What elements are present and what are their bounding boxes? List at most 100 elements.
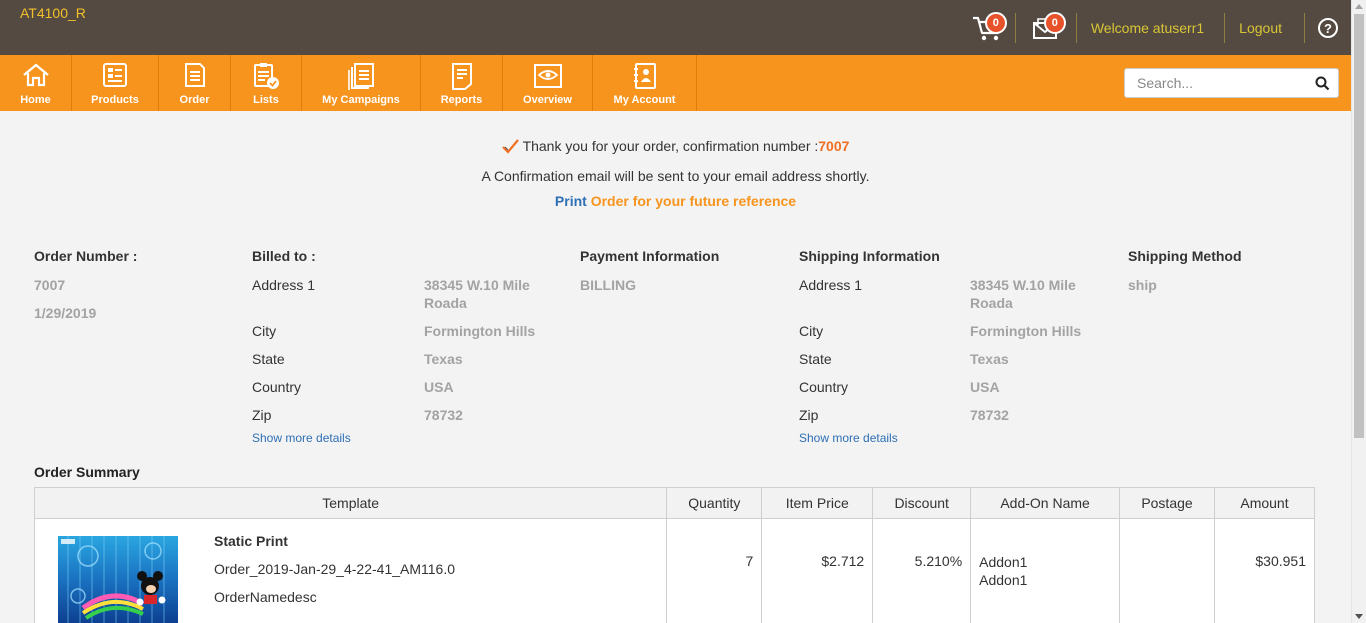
postage-cell <box>1119 518 1215 623</box>
help-button[interactable]: ? <box>1305 0 1351 55</box>
billing-city-value: Formington Hills <box>424 323 536 339</box>
brand-name: AT4100_R <box>20 5 86 21</box>
top-bar: AT4100_R 0 0 Welcome atuserr1 Logout ? <box>0 0 1351 55</box>
column-header: Add-On Name <box>970 487 1121 519</box>
template-thumbnail-art <box>61 536 166 623</box>
reports-icon <box>451 63 472 90</box>
billing-zip-value: 78732 <box>424 407 463 423</box>
addon-name: Addon1 <box>979 554 1028 570</box>
nav-overview[interactable]: Overview <box>503 55 593 111</box>
print-reference-text: Order for your future reference <box>590 193 797 209</box>
shipping-show-more-link[interactable]: Show more details <box>799 431 898 445</box>
search-input[interactable] <box>1125 69 1305 97</box>
messages-button[interactable]: 0 <box>1016 0 1076 55</box>
cart-button[interactable]: 0 <box>961 0 1015 55</box>
nav-label: My Campaigns <box>322 94 400 106</box>
table-header-row: Template Quantity Item Price Discount Ad… <box>33 487 1316 519</box>
shipping-zip-value: 78732 <box>970 407 1009 423</box>
welcome-text[interactable]: Welcome atuserr1 <box>1077 20 1224 36</box>
nav-label: Home <box>20 94 51 106</box>
billing-address-line1: 38345 W.10 Mile <box>424 277 530 293</box>
billing-address-label: Address 1 <box>252 277 316 293</box>
column-header: Postage <box>1119 487 1215 519</box>
column-header: Template <box>33 487 668 519</box>
order-icon <box>184 63 205 87</box>
help-icon: ? <box>1318 17 1338 38</box>
nav-label: Order <box>179 94 210 106</box>
products-icon <box>103 63 127 87</box>
template-description: OrderNamedesc <box>214 589 317 605</box>
order-date-value: 1/29/2019 <box>34 305 97 321</box>
discount-cell: 5.210% <box>872 518 972 623</box>
billing-city-label: City <box>252 323 277 339</box>
logout-link[interactable]: Logout <box>1225 20 1304 36</box>
order-summary-title: Order Summary <box>34 464 140 480</box>
billing-state-label: State <box>252 351 285 367</box>
page-scrollbar[interactable] <box>1351 0 1366 623</box>
template-thumbnail[interactable] <box>58 536 178 623</box>
shipping-zip-label: Zip <box>799 407 819 423</box>
scroll-down-arrow-icon[interactable] <box>1355 614 1363 619</box>
shipping-address-line1: 38345 W.10 Mile <box>970 277 1076 293</box>
nav-label: My Account <box>613 94 676 106</box>
nav-label: Reports <box>440 94 483 106</box>
shipping-heading: Shipping Information <box>799 248 940 264</box>
confirmation-message: Thank you for your order, confirmation n… <box>0 138 1351 154</box>
scroll-up-arrow-icon[interactable] <box>1355 4 1363 9</box>
shipping-state-label: State <box>799 351 832 367</box>
shipping-state-value: Texas <box>970 351 1009 367</box>
billing-address-line2: Roada <box>424 295 467 311</box>
nav-label: Lists <box>253 94 279 106</box>
nav-lists[interactable]: Lists <box>231 55 302 111</box>
addon-name: Addon1 <box>979 572 1028 588</box>
addon-cell: Addon1 Addon1 <box>970 518 1121 623</box>
shipping-city-value: Formington Hills <box>970 323 1082 339</box>
order-summary-table: Template Quantity Item Price Discount Ad… <box>33 487 1316 623</box>
shipping-method-heading: Shipping Method <box>1128 248 1242 264</box>
checkmark-icon <box>501 139 519 154</box>
account-icon <box>633 63 656 89</box>
email-note: A Confirmation email will be sent to you… <box>481 168 870 184</box>
billing-country-value: USA <box>424 379 454 395</box>
shipping-address-label: Address 1 <box>799 277 863 293</box>
overview-icon <box>533 64 562 88</box>
nav-my-account[interactable]: My Account <box>593 55 697 111</box>
nav-label: Overview <box>523 94 572 106</box>
shipping-city-label: City <box>799 323 824 339</box>
nav-reports[interactable]: Reports <box>421 55 503 111</box>
shipping-address-line2: Roada <box>970 295 1013 311</box>
order-number-value: 7007 <box>34 277 66 293</box>
shipping-method-value: ship <box>1128 277 1157 293</box>
nav-my-campaigns[interactable]: My Campaigns <box>302 55 421 111</box>
payment-value: BILLING <box>580 277 636 293</box>
nav-products[interactable]: Products <box>72 55 159 111</box>
main-nav: Home Products Order Lists My Campaigns R… <box>0 55 1351 111</box>
scroll-thumb[interactable] <box>1354 14 1364 438</box>
print-link[interactable]: Print <box>555 193 587 209</box>
billing-state-value: Texas <box>424 351 463 367</box>
billing-zip-label: Zip <box>252 407 272 423</box>
amount-cell: $30.951 <box>1213 518 1316 623</box>
table-row: Static Print Order_2019-Jan-29_4-22-41_A… <box>33 518 1316 623</box>
top-right-menu: 0 0 Welcome atuserr1 Logout ? <box>961 0 1351 55</box>
print-line: Print Order for your future reference <box>0 193 1351 209</box>
lists-icon <box>254 63 279 89</box>
search-icon[interactable] <box>1315 76 1330 91</box>
billing-show-more-link[interactable]: Show more details <box>252 431 351 445</box>
template-cell: Static Print Order_2019-Jan-29_4-22-41_A… <box>33 518 668 623</box>
payment-heading: Payment Information <box>580 248 720 264</box>
cart-count-badge: 0 <box>984 12 1007 34</box>
campaigns-icon <box>348 63 374 90</box>
confirmation-number: 7007 <box>818 138 850 154</box>
quantity-cell: 7 <box>666 518 763 623</box>
nav-order[interactable]: Order <box>159 55 231 111</box>
order-number-heading: Order Number : <box>34 248 138 264</box>
search-box <box>1124 68 1339 98</box>
svg-text:?: ? <box>1324 21 1332 36</box>
column-header: Item Price <box>761 487 874 519</box>
column-header: Discount <box>872 487 972 519</box>
nav-home[interactable]: Home <box>0 55 72 111</box>
confirmation-text: Thank you for your order, confirmation n… <box>522 138 819 154</box>
shipping-country-label: Country <box>799 379 849 395</box>
column-header: Amount <box>1213 487 1316 519</box>
